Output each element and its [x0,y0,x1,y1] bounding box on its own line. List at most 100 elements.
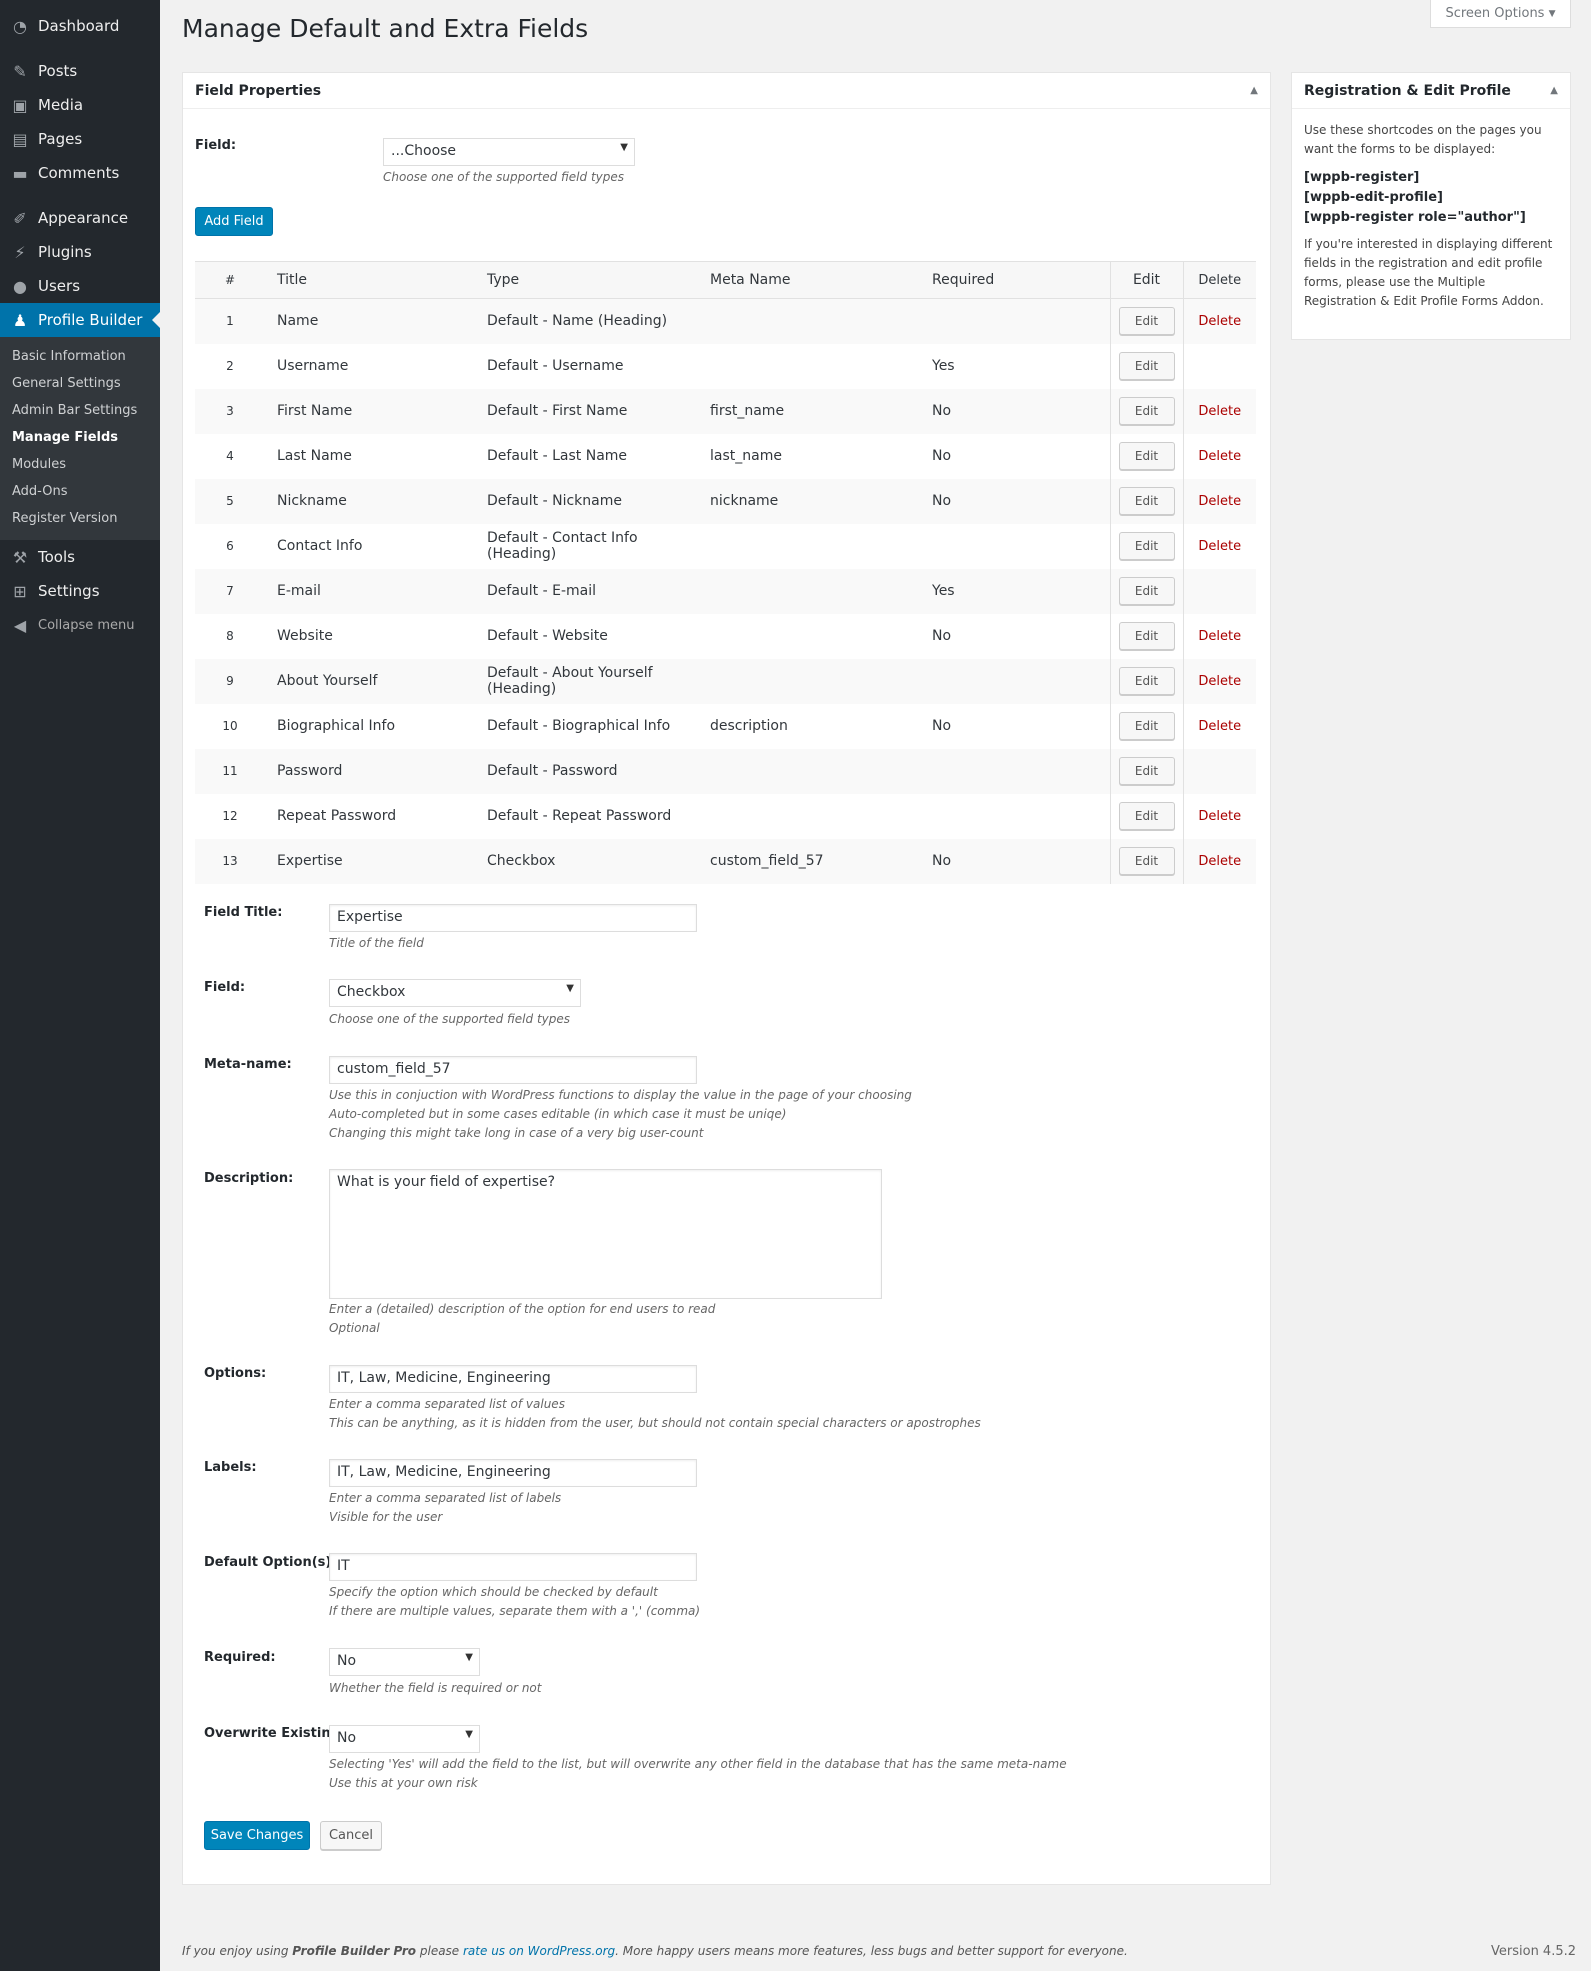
labels-input[interactable]: IT, Law, Medicine, Engineering [329,1459,697,1487]
collapse-toggle-icon[interactable]: ▲ [1550,85,1558,96]
menu-settings[interactable]: ⊞ Settings [0,574,160,608]
row-type: Default - Name (Heading) [487,298,710,344]
col-header-edit: Edit [1109,261,1184,299]
submenu-basic-information[interactable]: Basic Information [0,343,160,370]
delete-link[interactable]: Delete [1183,478,1256,524]
meta-name-label: Meta-name: [204,1057,292,1072]
row-edit-cell: Edit [1109,793,1184,839]
edit-button[interactable]: Edit [1118,577,1175,605]
menu-tools[interactable]: ⚒ Tools [0,540,160,574]
labels-hint: Enter a comma separated list of labels V… [329,1491,562,1524]
delete-link[interactable]: Delete [1183,838,1256,884]
menu-pages[interactable]: ▤ Pages [0,122,160,156]
edit-button[interactable]: Edit [1118,397,1175,425]
submenu-add-ons[interactable]: Add-Ons [0,478,160,505]
cancel-button[interactable]: Cancel [320,1821,382,1850]
overwrite-existing-label: Overwrite Existing: [204,1726,346,1741]
edit-button[interactable]: Edit [1118,802,1175,830]
row-required: No [932,448,952,464]
menu-dashboard[interactable]: ◔ Dashboard [0,9,160,43]
delete-link[interactable]: Delete [1183,614,1256,659]
row-type: Default - First Name [487,388,710,434]
rate-us-link[interactable]: rate us on WordPress.org [463,1944,615,1958]
description-textarea[interactable]: What is your field of expertise? [329,1169,882,1299]
delete-link[interactable]: Delete [1183,298,1256,344]
row-meta-name [710,614,932,659]
submenu-admin-bar-settings[interactable]: Admin Bar Settings [0,397,160,424]
submenu-manage-fields[interactable]: Manage Fields [0,424,160,451]
menu-profile-builder[interactable]: ♟ Profile Builder [0,303,160,337]
table-row: 1 Name Default - Name (Heading) Edit Delete [195,298,1256,344]
delete-link[interactable]: Delete [1183,434,1256,479]
row-meta-name: custom_field_57 [710,838,932,884]
edit-button[interactable]: Edit [1118,757,1175,785]
table-row: 10 Biographical Info Default - Biographica… [195,703,1256,749]
meta-name-hint: Use this in conjuction with WordPress fu… [329,1088,912,1140]
screen-options-button[interactable]: Screen Options ▼ [1430,0,1571,28]
registration-edit-profile-header[interactable]: Registration & Edit Profile ▲ [1292,73,1570,109]
row-type: Default - Last Name [487,448,628,464]
dropdown-arrow-icon: ▼ [465,1652,473,1663]
required-select[interactable]: No ▼ [329,1648,480,1676]
delete-link[interactable]: Delete [1183,794,1256,839]
menu-users[interactable]: ● Users [0,269,160,303]
table-row: 5 Nickname Default - Nickname nickname No Edi… [195,478,1256,524]
wrench-icon: ⚒ [12,547,28,567]
edit-button[interactable]: Edit [1118,487,1175,515]
table-row: 2 Username Default - Username Yes Edit [195,343,1256,389]
field-properties-header[interactable]: Field Properties ▲ [183,73,1270,109]
edit-button[interactable]: Edit [1118,667,1175,695]
row-edit-cell: Edit [1109,523,1184,569]
shortcode-register-author: [wppb-register role="author"] [1304,210,1526,225]
field-title-hint: Title of the field [329,936,424,950]
description-label: Description: [204,1171,294,1186]
row-required [932,794,1110,839]
menu-posts[interactable]: ✎ Posts [0,54,160,88]
row-required: Yes [932,568,1110,614]
save-changes-button[interactable]: Save Changes [204,1821,310,1850]
edit-button[interactable]: Edit [1118,307,1175,336]
edit-button[interactable]: Edit [1118,352,1175,380]
menu-media[interactable]: ▣ Media [0,88,160,122]
collapse-toggle-icon[interactable]: ▲ [1250,85,1258,96]
collapse-menu[interactable]: ◀ Collapse menu [0,608,160,642]
default-options-input[interactable]: IT [329,1553,697,1581]
submenu-register-version[interactable]: Register Version [0,505,160,532]
row-type: Default - Contact Info (Heading) [487,530,638,562]
submenu-modules[interactable]: Modules [0,451,160,478]
edit-button[interactable]: Edit [1118,622,1175,650]
row-title: Repeat Password [277,808,397,824]
add-field-button[interactable]: Add Field [195,207,273,236]
default-options-hint: Specify the option which should be check… [329,1585,701,1618]
edit-button[interactable]: Edit [1118,847,1175,875]
delete-link[interactable]: Delete [1183,704,1256,749]
options-input[interactable]: IT, Law, Medicine, Engineering [329,1365,697,1393]
field-title-input[interactable]: Expertise [329,904,697,932]
field-select-label: Field: [204,980,246,995]
delete-link[interactable]: Delete [1183,388,1256,434]
required-hint: Whether the field is required or not [329,1681,542,1695]
menu-appearance[interactable]: ✐ Appearance [0,201,160,235]
col-header-delete: Delete [1183,261,1256,299]
row-number: 1 [195,298,265,344]
delete-link[interactable]: Delete [1183,658,1256,704]
menu-plugins[interactable]: ⚡ Plugins [0,235,160,269]
field-type-select[interactable]: ...Choose ▼ [383,138,635,166]
row-number: 7 [195,568,265,614]
edit-button[interactable]: Edit [1118,442,1175,470]
row-type: Checkbox [487,838,710,884]
submenu-general-settings[interactable]: General Settings [0,370,160,397]
row-edit-cell: Edit [1109,703,1184,749]
edit-button[interactable]: Edit [1118,532,1175,560]
delete-link[interactable]: Delete [1183,524,1256,569]
field-select-hint: Choose one of the supported field types [329,1012,570,1026]
overwrite-existing-select[interactable]: No ▼ [329,1725,480,1753]
media-icon: ▣ [12,95,28,115]
field-select[interactable]: Checkbox ▼ [329,979,581,1007]
menu-comments[interactable]: ▬ Comments [0,156,160,190]
row-type: Default - Nickname [487,478,710,524]
meta-name-input[interactable]: custom_field_57 [329,1056,697,1084]
options-label: Options: [204,1366,267,1381]
edit-button[interactable]: Edit [1118,712,1175,740]
user-icon: ♟ [12,310,28,330]
